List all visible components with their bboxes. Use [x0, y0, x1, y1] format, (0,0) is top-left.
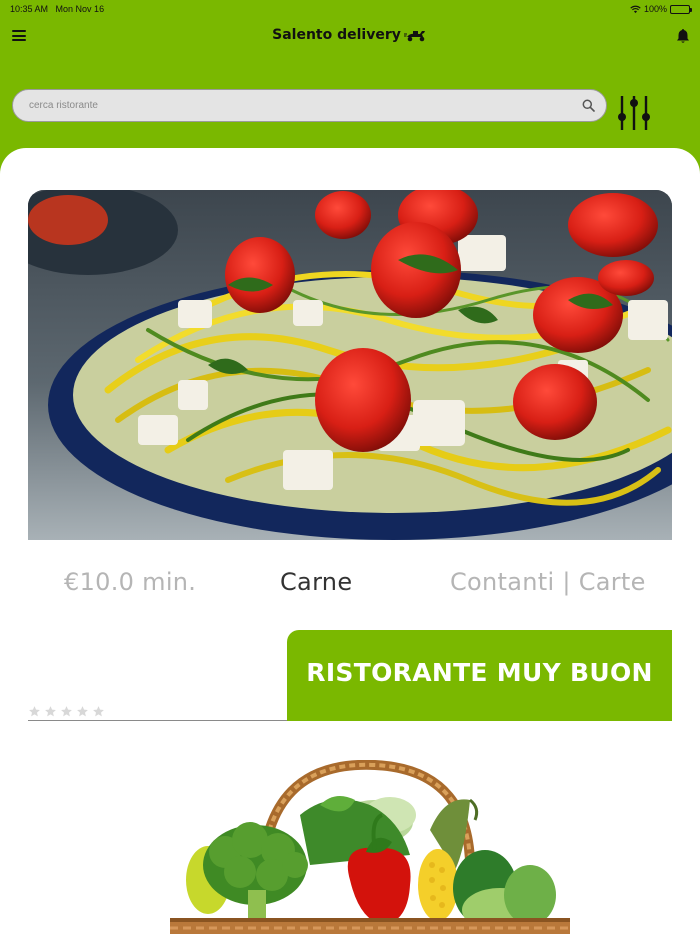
- status-bar: 10:35 AM Mon Nov 16 100%: [0, 0, 700, 18]
- restaurant-info-row: €10.0 min. Carne Contanti | Carte: [0, 568, 700, 604]
- vegetable-basket-illustration: [170, 760, 570, 934]
- scooter-icon: [403, 31, 425, 42]
- rating-divider: [28, 720, 290, 721]
- search-icon[interactable]: [582, 99, 595, 112]
- star-icon: [77, 706, 88, 717]
- app-title-text: Salento delivery: [272, 27, 401, 43]
- status-date-text: Mon Nov 16: [55, 4, 105, 14]
- min-order-text: €10.0 min.: [64, 568, 197, 596]
- search-input[interactable]: [29, 90, 569, 121]
- restaurant-card[interactable]: €10.0 min. Carne Contanti | Carte RISTOR…: [0, 148, 700, 934]
- star-icon: [61, 706, 72, 717]
- star-icon: [45, 706, 56, 717]
- search-bar: [12, 89, 607, 122]
- status-time-text: 10:35 AM: [10, 4, 49, 14]
- battery-percent: 100%: [643, 4, 667, 14]
- star-icon: [29, 706, 40, 717]
- bell-icon[interactable]: [676, 28, 690, 44]
- category-text: Carne: [280, 568, 353, 596]
- food-photo-illustration: [28, 190, 672, 540]
- restaurant-name: RISTORANTE MUY BUON: [306, 658, 653, 687]
- sliders-icon[interactable]: [617, 94, 651, 132]
- restaurant-name-banner[interactable]: RISTORANTE MUY BUON: [287, 630, 672, 721]
- status-time: 10:35 AM Mon Nov 16: [10, 4, 104, 14]
- battery-icon: [670, 4, 692, 14]
- wifi-icon: [630, 5, 641, 13]
- app-title: Salento delivery: [0, 27, 700, 43]
- payment-methods-text: Contanti | Carte: [450, 568, 646, 596]
- status-right: 100%: [630, 4, 692, 14]
- nav-bar: Salento delivery: [0, 18, 700, 58]
- vegetable-basket-image: [170, 760, 570, 934]
- restaurant-hero-image[interactable]: [28, 190, 672, 540]
- star-icon: [93, 706, 104, 717]
